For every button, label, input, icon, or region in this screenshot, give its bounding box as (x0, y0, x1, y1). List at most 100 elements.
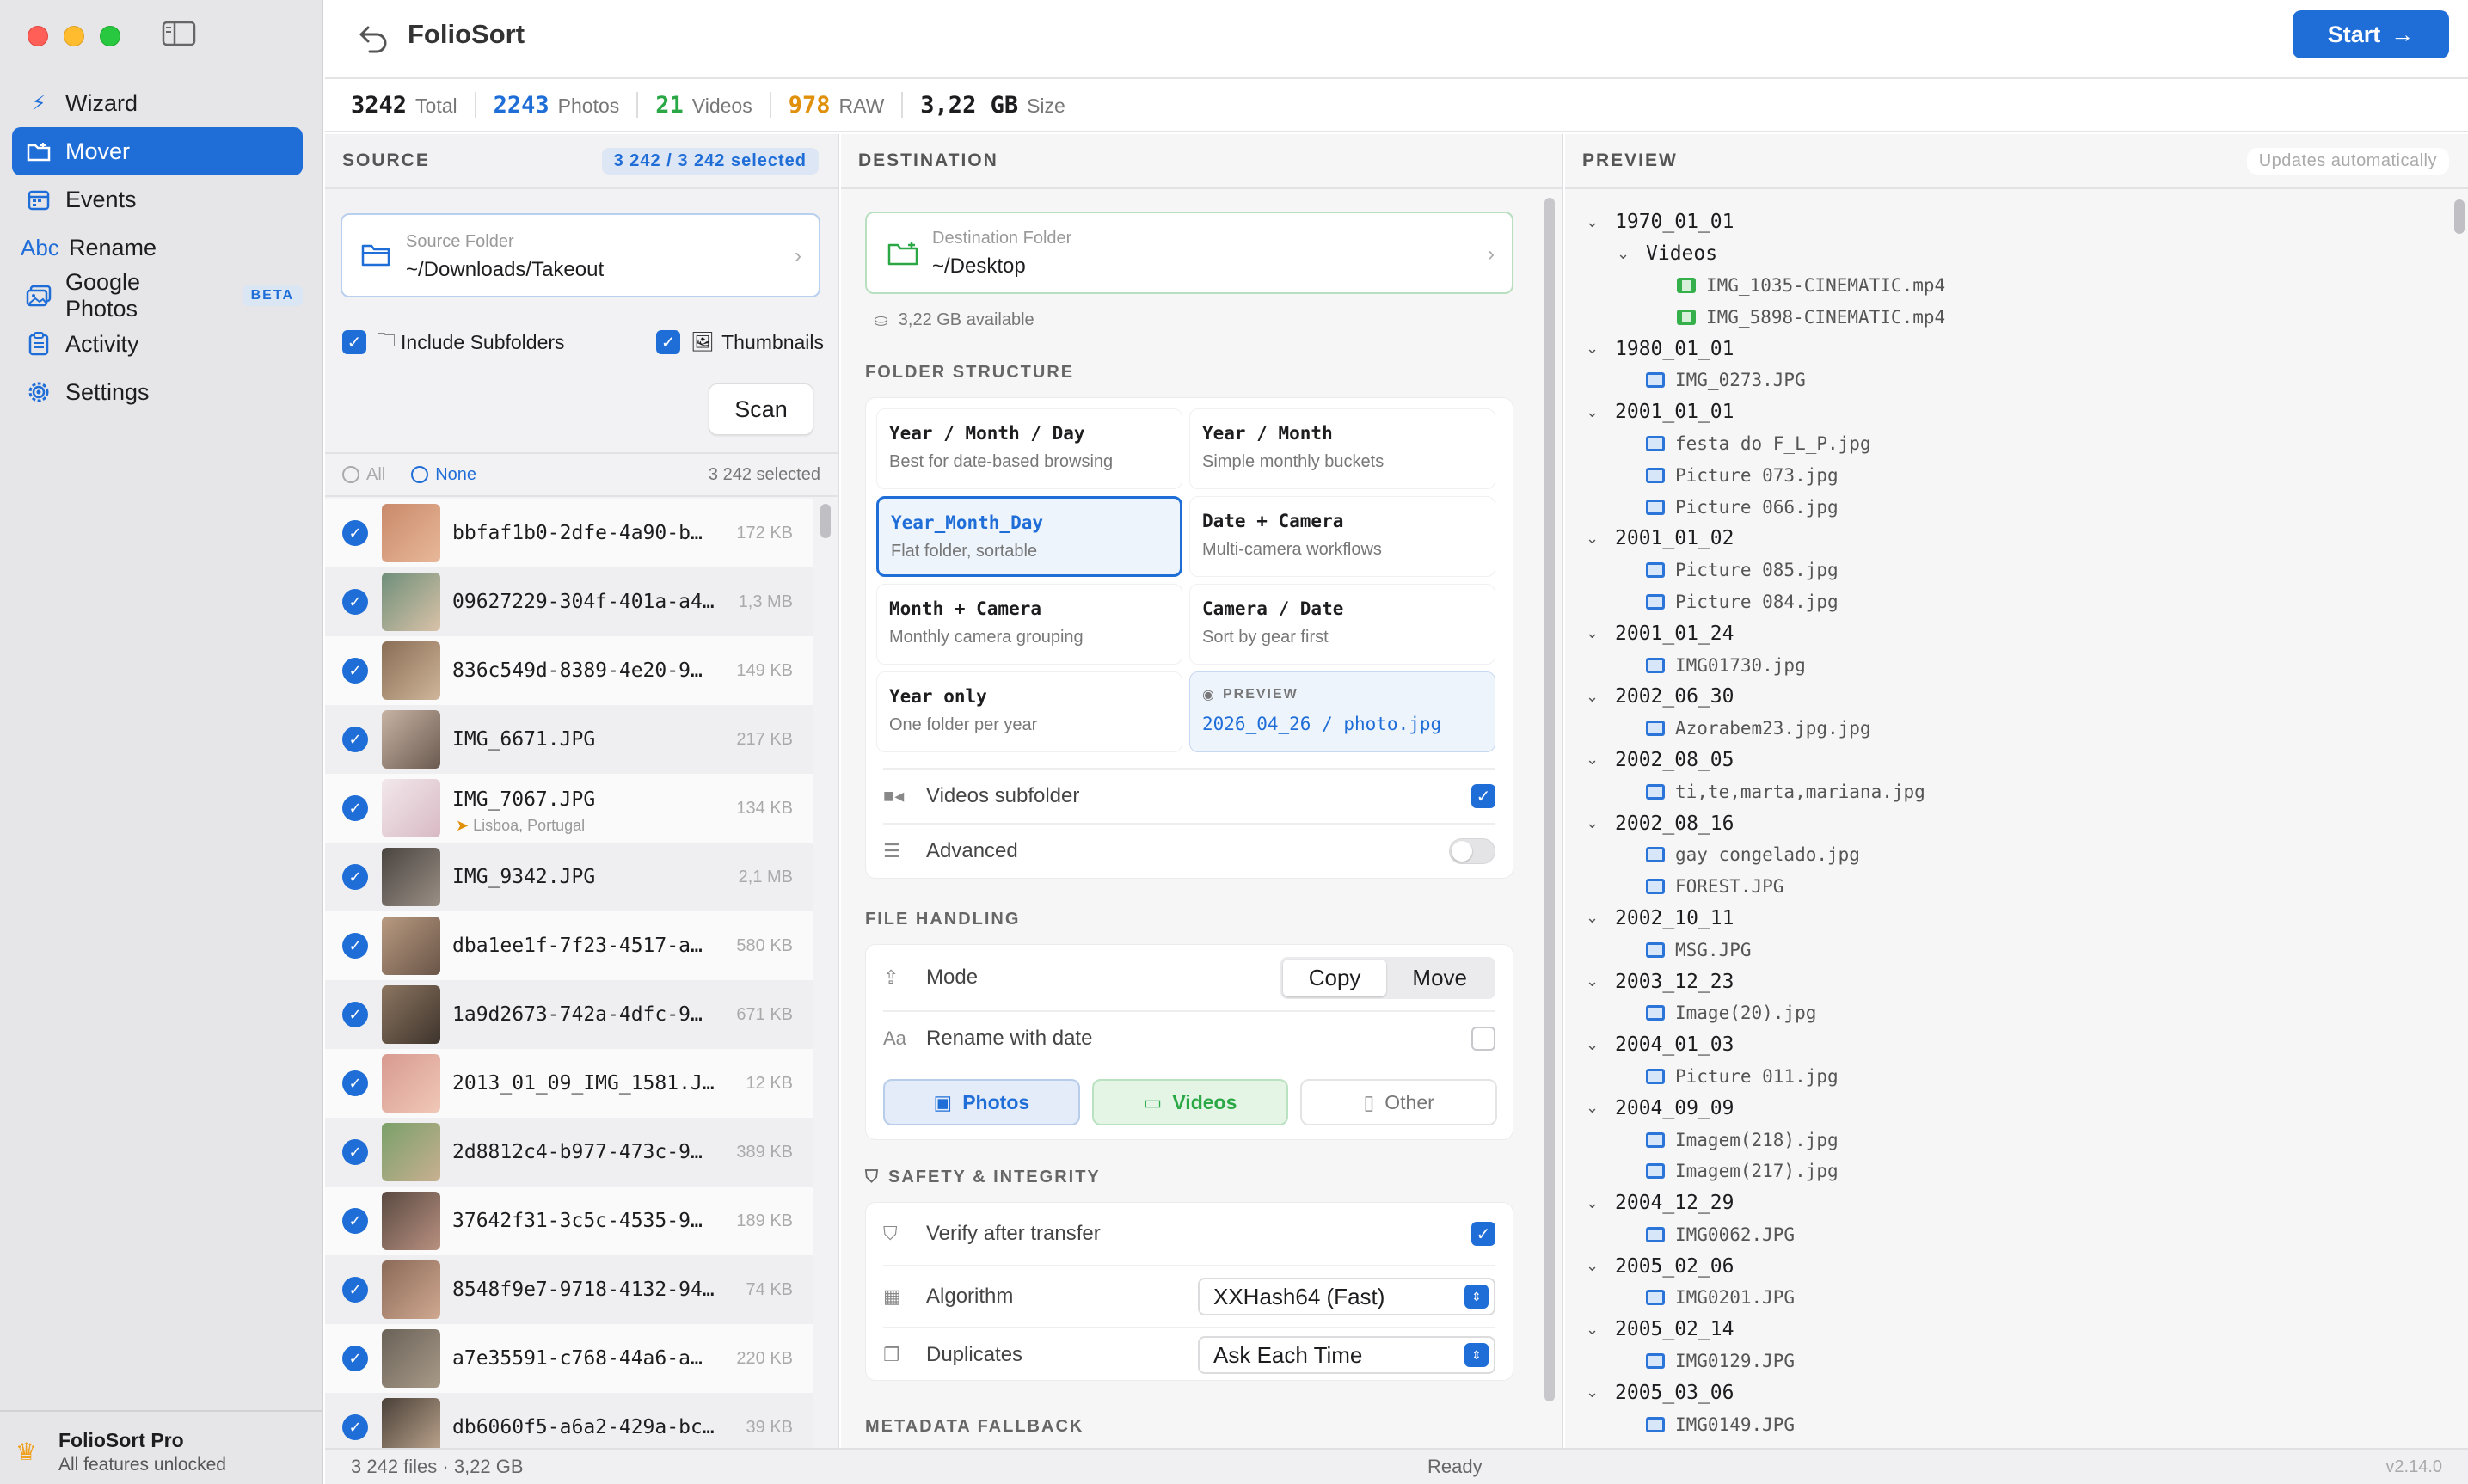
destination-folder-picker[interactable]: Destination Folder ~/Desktop › (865, 212, 1513, 294)
zoom-window-button[interactable] (100, 26, 120, 46)
thumbnails-checkbox[interactable]: ✓ (656, 330, 681, 354)
videos-subfolder-checkbox[interactable]: ✓ (1471, 784, 1495, 808)
tree-folder[interactable]: ⌄ 2005_03_06 (1586, 1377, 2446, 1408)
sidebar-item-rename[interactable]: Abc Rename (12, 224, 303, 272)
structure-option-month-camera[interactable]: Month + Camera Monthly camera grouping (876, 584, 1182, 665)
destination-scrollbar[interactable] (1544, 198, 1555, 1401)
file-checkbox[interactable]: ✓ (342, 864, 368, 890)
file-row[interactable]: ✓ 836c549d-8389-4e20-9… 149 KB (325, 636, 813, 705)
advanced-toggle[interactable] (1449, 838, 1495, 864)
tree-folder[interactable]: ⌄ 2005_02_06 (1586, 1250, 2446, 1282)
close-window-button[interactable] (28, 26, 48, 46)
file-checkbox[interactable]: ✓ (342, 1414, 368, 1440)
tree-folder[interactable]: ⌄ 2001_01_02 (1586, 523, 2446, 555)
chevron-down-icon[interactable]: ⌄ (1586, 909, 1603, 927)
chevron-down-icon[interactable]: ⌄ (1586, 530, 1603, 548)
scan-button[interactable]: Scan (709, 383, 813, 435)
tree-folder[interactable]: ⌄ 2002_06_30 (1586, 681, 2446, 713)
mode-copy-option[interactable]: Copy (1282, 959, 1387, 996)
tree-folder[interactable]: ⌄ 2005_02_14 (1586, 1314, 2446, 1346)
sidebar-item-google-photos[interactable]: Google Photos BETA (12, 269, 303, 322)
structure-option-year-month[interactable]: Year / Month Simple monthly buckets (1189, 408, 1495, 489)
include-subfolders-checkbox[interactable]: ✓ (342, 330, 366, 354)
chevron-down-icon[interactable]: ⌄ (1586, 624, 1603, 642)
file-row[interactable]: ✓ dba1ee1f-7f23-4517-a… 580 KB (325, 911, 813, 980)
chevron-down-icon[interactable]: ⌄ (1586, 1099, 1603, 1117)
file-row[interactable]: ✓ IMG_7067.JPG ➤ Lisboa, Portugal 134 KB (325, 774, 813, 843)
file-row[interactable]: ✓ a7e35591-c768-44a6-a… 220 KB (325, 1324, 813, 1393)
select-all-button[interactable]: All (342, 465, 385, 485)
file-row[interactable]: ✓ 2013_01_09_IMG_1581.J… 12 KB (325, 1049, 813, 1118)
file-row[interactable]: ✓ 2d8812c4-b977-473c-9… 389 KB (325, 1118, 813, 1187)
sidebar-item-mover[interactable]: Mover (12, 127, 303, 175)
file-row[interactable]: ✓ IMG_9342.JPG 2,1 MB (325, 843, 813, 911)
file-checkbox[interactable]: ✓ (342, 795, 368, 821)
tree-folder[interactable]: ⌄ 2003_12_23 (1586, 966, 2446, 997)
chevron-down-icon[interactable]: ⌄ (1586, 1257, 1603, 1275)
structure-option-flat-date[interactable]: Year_Month_Day Flat folder, sortable (876, 496, 1182, 577)
chevron-down-icon[interactable]: ⌄ (1586, 814, 1603, 832)
file-checkbox[interactable]: ✓ (342, 1002, 368, 1027)
tree-folder[interactable]: ⌄ 1970_01_01 (1586, 206, 2446, 238)
videos-filter-button[interactable]: ▭ Videos (1091, 1079, 1289, 1125)
select-none-button[interactable]: None (411, 465, 476, 485)
tree-folder[interactable]: ⌄ 2002_08_05 (1586, 745, 2446, 776)
tree-folder[interactable]: ⌄ 2004_01_03 (1586, 1029, 2446, 1061)
tree-folder[interactable]: ⌄ 2002_08_16 (1586, 807, 2446, 839)
chevron-down-icon[interactable]: ⌄ (1586, 972, 1603, 990)
tree-folder[interactable]: ⌄ 1980_01_01 (1586, 333, 2446, 365)
file-row[interactable]: ✓ bbfaf1b0-2dfe-4a90-b… 172 KB (325, 499, 813, 567)
mode-move-option[interactable]: Move (1386, 960, 1493, 996)
chevron-down-icon[interactable]: ⌄ (1586, 1383, 1603, 1401)
sidebar-item-activity[interactable]: Activity (12, 320, 303, 368)
tree-folder[interactable]: ⌄ Videos (1586, 238, 2446, 270)
sidebar-item-wizard[interactable]: ⚡︎ Wizard (12, 79, 303, 127)
algorithm-select[interactable]: XXHash64 (Fast) ⇕ (1198, 1278, 1495, 1315)
chevron-down-icon[interactable]: ⌄ (1586, 688, 1603, 706)
file-checkbox[interactable]: ✓ (342, 1346, 368, 1371)
chevron-down-icon[interactable]: ⌄ (1586, 1194, 1603, 1212)
file-checkbox[interactable]: ✓ (342, 658, 368, 684)
source-folder-picker[interactable]: Source Folder ~/Downloads/Takeout › (341, 213, 820, 297)
file-checkbox[interactable]: ✓ (342, 727, 368, 752)
file-checkbox[interactable]: ✓ (342, 589, 368, 615)
back-arrow-icon[interactable] (354, 19, 392, 57)
file-row[interactable]: ✓ 37642f31-3c5c-4535-9… 189 KB (325, 1187, 813, 1255)
file-checkbox[interactable]: ✓ (342, 1277, 368, 1303)
file-row[interactable]: ✓ 8548f9e7-9718-4132-94… 74 KB (325, 1255, 813, 1324)
tree-folder[interactable]: ⌄ 2004_09_09 (1586, 1092, 2446, 1124)
chevron-down-icon[interactable]: ⌄ (1617, 245, 1634, 263)
file-checkbox[interactable]: ✓ (342, 1208, 368, 1234)
other-filter-button[interactable]: ▯ Other (1300, 1079, 1498, 1125)
file-list-scrollbar[interactable] (820, 500, 832, 1446)
sidebar-item-settings[interactable]: Settings (12, 368, 303, 416)
chevron-down-icon[interactable]: ⌄ (1586, 1036, 1603, 1054)
preview-scrollbar[interactable] (2454, 199, 2465, 234)
file-checkbox[interactable]: ✓ (342, 1139, 368, 1165)
structure-option-year-only[interactable]: Year only One folder per year (876, 671, 1182, 752)
chevron-down-icon[interactable]: ⌄ (1586, 340, 1603, 358)
tree-folder[interactable]: ⌄ 2004_12_29 (1586, 1187, 2446, 1219)
sidebar-item-events[interactable]: Events (12, 175, 303, 224)
tree-folder[interactable]: ⌄ 2002_10_11 (1586, 903, 2446, 935)
chevron-down-icon[interactable]: ⌄ (1586, 403, 1603, 421)
start-button[interactable]: Start → (2293, 10, 2449, 58)
rename-checkbox[interactable] (1471, 1027, 1495, 1051)
chevron-down-icon[interactable]: ⌄ (1586, 213, 1603, 231)
minimize-window-button[interactable] (64, 26, 84, 46)
structure-option-year-month-day[interactable]: Year / Month / Day Best for date-based b… (876, 408, 1182, 489)
file-checkbox[interactable]: ✓ (342, 1070, 368, 1096)
duplicates-select[interactable]: Ask Each Time ⇕ (1198, 1336, 1495, 1374)
file-row[interactable]: ✓ 09627229-304f-401a-a4… 1,3 MB (325, 567, 813, 636)
verify-checkbox[interactable]: ✓ (1471, 1222, 1495, 1246)
tree-folder[interactable]: ⌄ 2001_01_24 (1586, 617, 2446, 649)
file-row[interactable]: ✓ db6060f5-a6a2-429a-bc… 39 KB (325, 1393, 813, 1448)
file-checkbox[interactable]: ✓ (342, 520, 368, 546)
file-row[interactable]: ✓ 1a9d2673-742a-4dfc-9… 671 KB (325, 980, 813, 1049)
tree-folder[interactable]: ⌄ 2001_01_01 (1586, 396, 2446, 428)
chevron-down-icon[interactable]: ⌄ (1586, 1321, 1603, 1339)
file-row[interactable]: ✓ IMG_6671.JPG 217 KB (325, 705, 813, 774)
structure-option-camera-date[interactable]: Camera / Date Sort by gear first (1189, 584, 1495, 665)
structure-option-date-camera[interactable]: Date + Camera Multi-camera workflows (1189, 496, 1495, 577)
sidebar-toggle-icon[interactable] (162, 21, 196, 46)
